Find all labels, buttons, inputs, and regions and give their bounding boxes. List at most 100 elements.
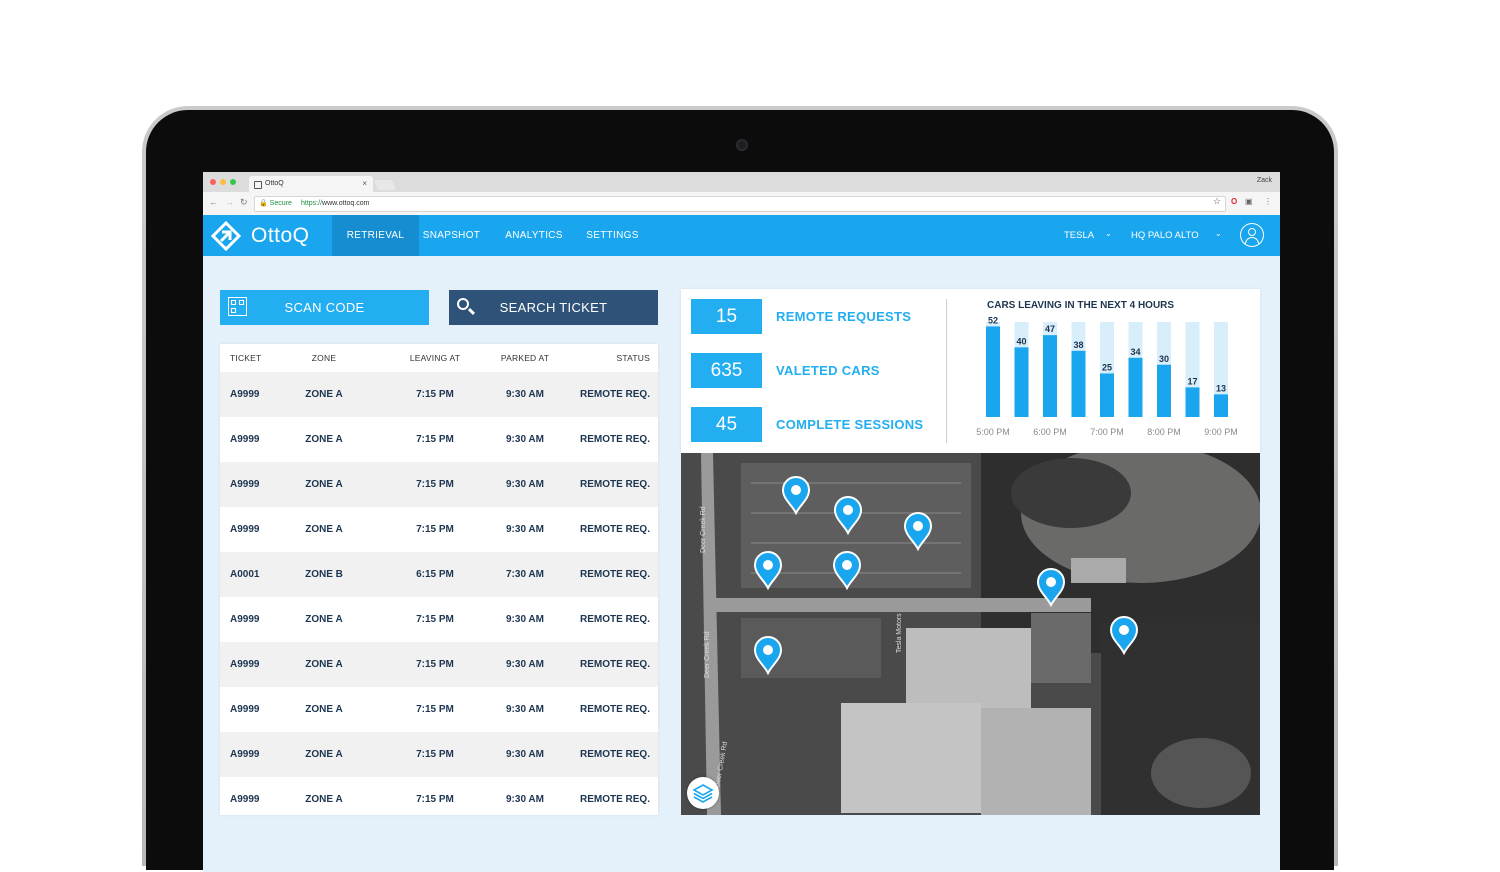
parked-at-cell: 9:30 AM [506,794,544,805]
map-pin-icon[interactable] [1036,568,1066,608]
close-tab-icon[interactable]: × [362,176,367,192]
cast-icon[interactable]: ▣ [1245,197,1253,206]
status-cell: REMOTE REQ. [579,659,650,670]
parked-at-cell: 9:30 AM [506,524,544,535]
parked-at-cell: 7:30 AM [506,569,544,580]
chart-bar[interactable] [1043,335,1057,417]
address-bar[interactable]: 🔒 Secure https://www.ottoq.com [254,196,1226,212]
ticket-cell: A9999 [230,524,260,535]
more-menu-icon[interactable]: ⋮ [1264,197,1272,206]
status-cell: REMOTE REQ. [579,569,650,580]
chart-bar[interactable] [1185,387,1200,417]
map-pin-icon[interactable] [781,476,811,516]
star-icon[interactable]: ☆ [1213,196,1221,207]
status-cell: REMOTE REQ. [579,794,650,805]
table-row[interactable]: A9999 ZONE A 7:15 PM 9:30 AM REMOTE REQ. [220,417,658,462]
account-select[interactable]: TESLA [1064,215,1094,256]
complete-sessions-label[interactable]: COMPLETE SESSIONS [776,407,923,442]
chevron-down-icon[interactable]: ⌄ [1105,229,1112,238]
table-row[interactable]: A0001 ZONE B 6:15 PM 7:30 AM REMOTE REQ. [220,552,658,597]
chart-bar[interactable] [1014,347,1029,417]
column-ticket[interactable]: TICKET [230,344,261,372]
chart-bar[interactable] [986,326,1000,417]
bar-value-label: 38 [1073,340,1083,350]
parked-at-cell: 9:30 AM [506,479,544,490]
maximize-window-icon[interactable] [230,179,236,185]
location-select[interactable]: HQ PALO ALTO [1131,215,1199,256]
table-row[interactable]: A9999 ZONE A 7:15 PM 9:30 AM REMOTE REQ. [220,687,658,732]
tab-retrieval[interactable]: RETRIEVAL [332,215,419,256]
map-pin-icon[interactable] [832,551,862,591]
zone-cell: ZONE A [305,434,343,445]
bar-value-label: 47 [1045,324,1055,334]
zone-cell: ZONE A [305,524,343,535]
bar-value-label: 52 [988,315,998,325]
ticket-cell: A9999 [230,389,260,400]
column-status[interactable]: STATUS [617,344,650,372]
table-row[interactable]: A9999 ZONE A 7:15 PM 9:30 AM REMOTE REQ. [220,732,658,777]
new-tab-button[interactable] [373,180,397,190]
zone-cell: ZONE A [305,389,343,400]
map-pin-icon[interactable] [753,551,783,591]
chart-bar[interactable] [1214,394,1228,417]
chart-bar[interactable] [1157,364,1171,417]
app-header: OttoQ RETRIEVAL SNAPSHOT ANALYTICS SETTI… [203,215,1280,256]
table-row[interactable]: A9999 ZONE A 7:15 PM 9:30 AM REMOTE REQ. [220,642,658,687]
secure-text: Secure [269,200,292,207]
browser-toolbar: ← → ↻ 🔒 Secure https://www.ottoq.com ☆ O… [203,192,1280,216]
arrow-left-icon[interactable]: ← [209,197,218,207]
bar-value-label: 17 [1187,376,1197,386]
tab-analytics[interactable]: ANALYTICS [499,215,569,256]
close-window-icon[interactable] [210,179,216,185]
search-ticket-button[interactable]: SEARCH TICKET [449,290,658,325]
status-cell: REMOTE REQ. [579,389,650,400]
chart-bar[interactable] [1071,350,1086,417]
remote-requests-label[interactable]: REMOTE REQUESTS [776,299,911,334]
ticket-cell: A9999 [230,794,260,805]
complete-sessions-count: 45 [691,407,762,442]
profile-name[interactable]: Zack [1257,177,1272,184]
ticket-cell: A9999 [230,749,260,760]
zone-cell: ZONE A [305,704,343,715]
parking-map[interactable]: Deer Creek Rd Deer Creek Rd Deer Creek R… [681,453,1260,815]
chevron-down-icon[interactable]: ⌄ [1215,229,1222,238]
browser-tab[interactable]: OttoQ × [249,176,373,192]
url-host: www.ottoq.com [322,200,370,207]
bar-value-label: 25 [1102,362,1112,372]
map-pin-icon[interactable] [903,512,933,552]
bar-value-label: 13 [1216,383,1226,393]
reload-icon[interactable]: ↻ [240,197,248,208]
tab-settings[interactable]: SETTINGS [580,215,645,256]
map-pin-icon[interactable] [833,496,863,536]
user-avatar-icon[interactable] [1240,223,1264,247]
x-tick-label: 8:00 PM [1147,427,1181,437]
chart-bar[interactable] [1128,357,1143,417]
minimize-window-icon[interactable] [220,179,226,185]
secure-label: 🔒 Secure [259,200,292,207]
column-zone[interactable]: ZONE [284,344,364,372]
layers-icon[interactable] [687,777,719,809]
column-parked-at[interactable]: PARKED AT [470,344,580,372]
tab-snapshot[interactable]: SNAPSHOT [419,215,484,256]
arrow-right-icon[interactable]: → [225,197,234,207]
valeted-cars-label[interactable]: VALETED CARS [776,353,880,388]
ticket-cell: A9999 [230,704,260,715]
x-tick-label: 6:00 PM [1033,427,1067,437]
ticket-cell: A9999 [230,434,260,445]
table-row[interactable]: A9999 ZONE A 7:15 PM 9:30 AM REMOTE REQ. [220,507,658,552]
table-row[interactable]: A9999 ZONE A 7:15 PM 9:30 AM REMOTE REQ. [220,597,658,642]
map-pin-icon[interactable] [753,636,783,676]
map-pin-icon[interactable] [1109,616,1139,656]
table-row[interactable]: A9999 ZONE A 7:15 PM 9:30 AM REMOTE REQ. [220,777,658,822]
url-scheme: https:// [301,200,323,207]
scan-code-button[interactable]: SCAN CODE [220,290,429,325]
chart-bar[interactable] [1100,373,1114,417]
window-controls [210,179,236,185]
ticket-cell: A9999 [230,659,260,670]
table-row[interactable]: A9999 ZONE A 7:15 PM 9:30 AM REMOTE REQ. [220,372,658,417]
opera-extension-icon[interactable]: O [1231,197,1237,206]
ottoq-logo-icon[interactable] [211,221,241,251]
camera-icon [736,139,748,151]
valeted-cars-count: 635 [691,353,762,388]
table-row[interactable]: A9999 ZONE A 7:15 PM 9:30 AM REMOTE REQ. [220,462,658,507]
